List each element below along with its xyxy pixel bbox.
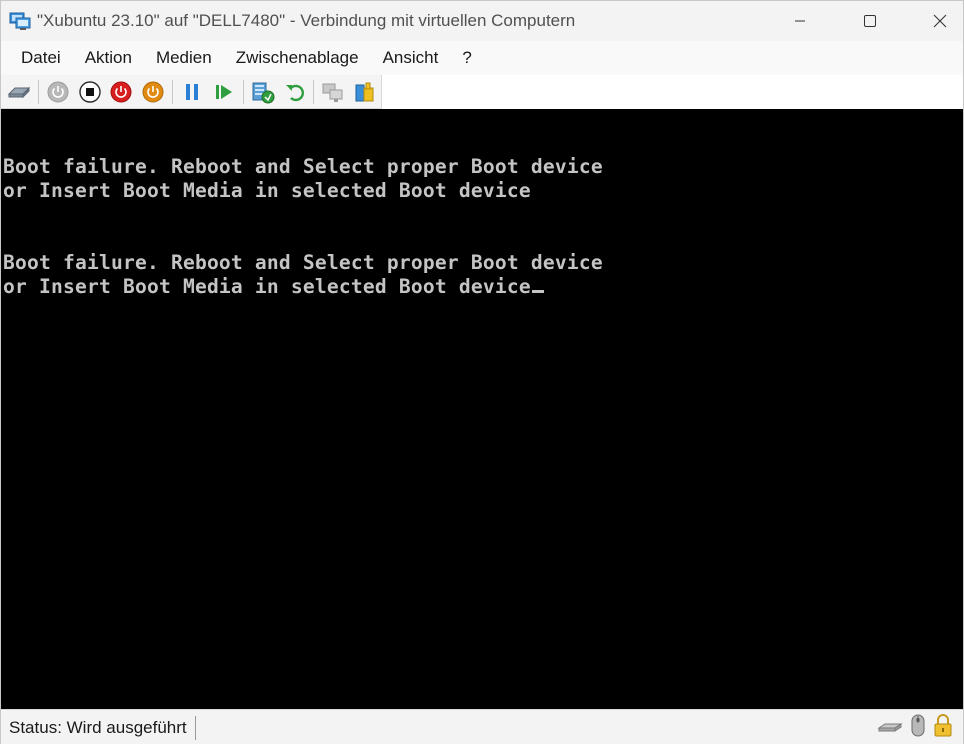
console-line: Boot failure. Reboot and Select proper B… — [3, 155, 603, 178]
window-controls — [753, 1, 963, 41]
checkpoint-icon — [252, 82, 275, 103]
resume-icon — [215, 84, 232, 99]
vm-console-screen[interactable]: Boot failure. Reboot and Select proper B… — [1, 109, 963, 709]
ctrl-alt-del-icon — [7, 86, 31, 98]
close-icon — [933, 14, 947, 28]
save-button[interactable] — [138, 77, 168, 107]
ctrl-alt-del-button[interactable] — [4, 77, 34, 107]
pause-button[interactable] — [177, 77, 207, 107]
menu-help[interactable]: ? — [450, 41, 483, 75]
console-line: or Insert Boot Media in selected Boot de… — [3, 179, 531, 202]
text-cursor — [531, 290, 544, 293]
console-line-last: or Insert Boot Media in selected Boot de… — [3, 275, 544, 298]
turn-off-button[interactable] — [75, 77, 105, 107]
maximize-button[interactable] — [847, 1, 893, 41]
minimize-icon — [795, 20, 805, 22]
menu-medien[interactable]: Medien — [144, 41, 224, 75]
start-button[interactable] — [43, 77, 73, 107]
window-title: "Xubuntu 23.10" auf "DELL7480" - Verbind… — [37, 11, 576, 30]
checkpoint-button[interactable] — [248, 77, 278, 107]
close-button[interactable] — [917, 1, 963, 41]
minimize-button[interactable] — [777, 1, 823, 41]
toolbar-empty-area — [382, 75, 963, 109]
console-line: Boot failure. Reboot and Select proper B… — [3, 251, 603, 274]
toolbar-separator — [172, 79, 174, 104]
lock-icon — [933, 713, 953, 744]
start-icon — [47, 81, 69, 102]
enhanced-session-button[interactable] — [318, 77, 348, 107]
toolbar-separator — [313, 79, 315, 104]
status-text: Status: Wird ausgeführt — [1, 715, 196, 740]
menu-ansicht[interactable]: Ansicht — [371, 41, 451, 75]
enhanced-session-icon — [322, 83, 343, 102]
maximize-icon — [864, 15, 876, 27]
menu-zwischenablage[interactable]: Zwischenablage — [224, 41, 371, 75]
turn-off-icon — [78, 80, 101, 103]
share-button[interactable] — [350, 77, 380, 107]
menu-datei[interactable]: Datei — [1, 41, 73, 75]
status-icons — [877, 713, 953, 744]
mouse-icon — [909, 713, 927, 744]
menu-bar: Datei Aktion Medien Zwischenablage Ansic… — [1, 41, 963, 75]
revert-button[interactable] — [280, 77, 310, 107]
shutdown-icon — [110, 81, 132, 102]
save-icon — [142, 81, 164, 102]
title-bar: "Xubuntu 23.10" auf "DELL7480" - Verbind… — [1, 1, 963, 41]
toolbar-separator — [37, 79, 39, 104]
toolbar-separator — [242, 79, 244, 104]
shutdown-button[interactable] — [106, 77, 136, 107]
revert-icon — [285, 84, 304, 101]
toolbar — [1, 75, 382, 109]
pause-icon — [186, 83, 199, 100]
status-bar: Status: Wird ausgeführt — [1, 709, 963, 744]
resume-button[interactable] — [209, 77, 239, 107]
vm-connection-app-icon — [9, 10, 31, 32]
console-line-text: or Insert Boot Media in selected Boot de… — [3, 275, 531, 298]
vm-connection-window: "Xubuntu 23.10" auf "DELL7480" - Verbind… — [0, 0, 964, 744]
menu-aktion[interactable]: Aktion — [73, 41, 144, 75]
keyboard-icon — [877, 716, 903, 741]
share-icon — [355, 82, 374, 101]
